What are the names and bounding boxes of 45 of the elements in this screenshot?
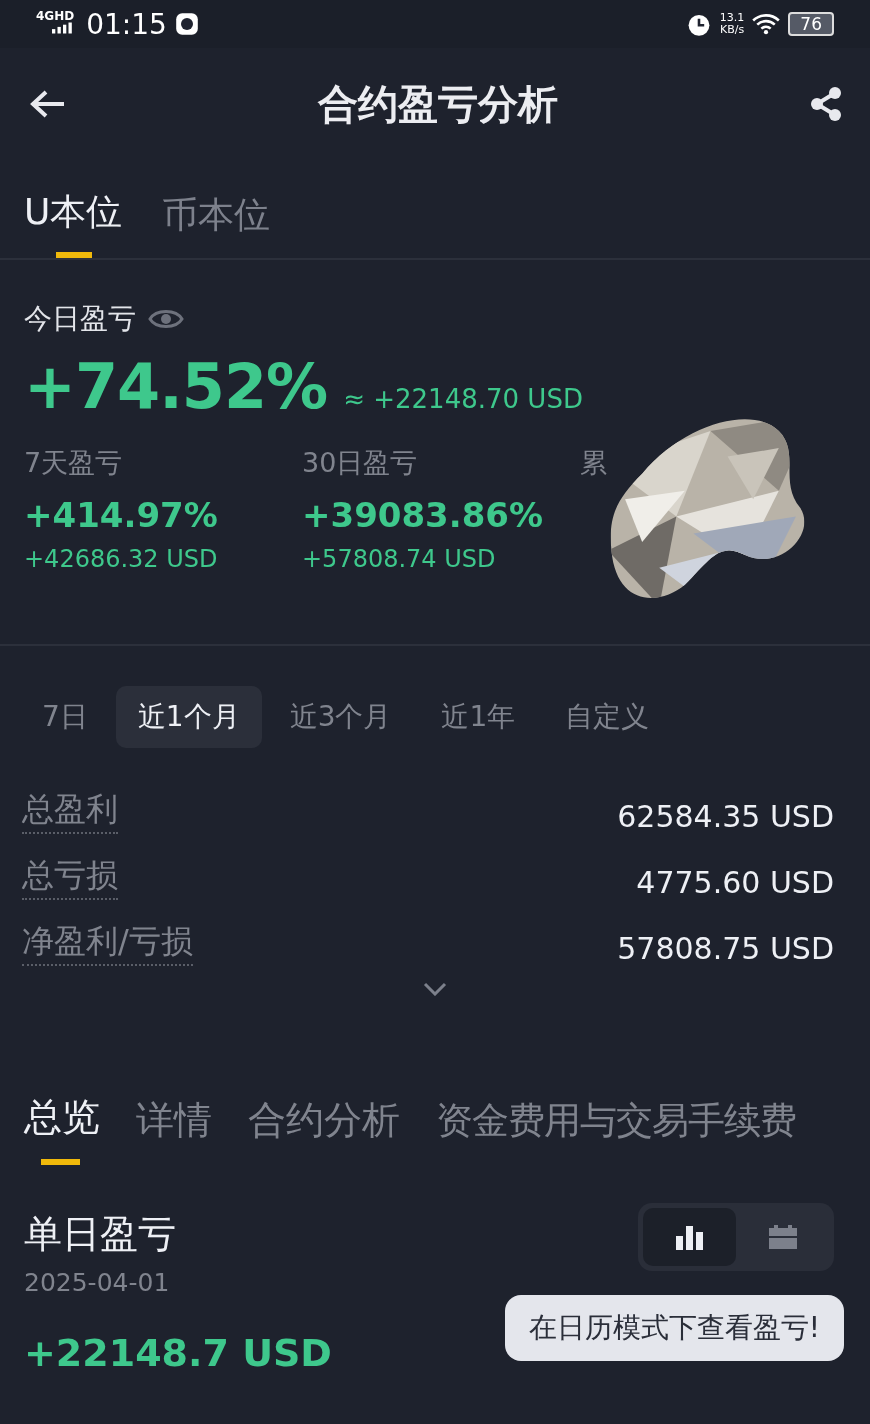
- summary-value: 62584.35 USD: [617, 799, 834, 834]
- stat-percent: +414.97%: [24, 495, 219, 535]
- tab[interactable]: 币本位: [162, 172, 271, 258]
- network-label: 4GHD: [36, 9, 75, 23]
- bar-chart-icon: [674, 1224, 705, 1250]
- section-tab[interactable]: 合约分析: [248, 1092, 400, 1165]
- section-tab[interactable]: 资金费用与交易手续费: [436, 1092, 796, 1165]
- chevron-down-icon[interactable]: [423, 982, 447, 996]
- stat-label: 7天盈亏: [24, 446, 124, 480]
- section-tab[interactable]: 总览: [24, 1092, 100, 1165]
- stat-percent: +39083.86%: [302, 495, 545, 535]
- period-tab[interactable]: 近1年: [419, 686, 538, 748]
- stat-label: 30日盈亏: [302, 446, 419, 480]
- stat-usd: +57808.74 USD: [302, 545, 497, 573]
- daily-pnl-title: 单日盈亏: [24, 1211, 177, 1258]
- period-tab[interactable]: 7日: [20, 686, 110, 748]
- period-tab[interactable]: 近3个月: [267, 686, 414, 748]
- stat-usd: +42686.32 USD: [24, 545, 219, 573]
- today-percent: +74.52%: [24, 350, 328, 423]
- tooltip: 在日历模式下查看盈亏!: [504, 1295, 844, 1361]
- today-pnl-label: 今日盈亏: [24, 301, 136, 337]
- share-icon[interactable]: [808, 86, 844, 122]
- chart-view-button[interactable]: [643, 1208, 736, 1266]
- summary-value: 57808.75 USD: [617, 931, 834, 966]
- page-title: 合约盈亏分析: [318, 79, 558, 129]
- summary-label[interactable]: 总盈利: [22, 788, 118, 834]
- summary-label[interactable]: 总亏损: [22, 854, 118, 900]
- today-usd: ≈ +22148.70 USD: [343, 384, 583, 414]
- app-icon: [174, 12, 199, 36]
- calendar-icon: [767, 1224, 798, 1250]
- eye-icon[interactable]: [148, 307, 184, 331]
- speed-value: 13.1: [719, 12, 745, 24]
- summary-label[interactable]: 净盈利/亏损: [22, 920, 193, 966]
- daily-date: 2025-04-01: [24, 1268, 171, 1297]
- stat-label: 累: [580, 446, 608, 480]
- period-tab[interactable]: 自定义: [543, 686, 672, 748]
- summary-value: 4775.60 USD: [636, 865, 834, 900]
- section-tab[interactable]: 详情: [136, 1092, 212, 1165]
- battery-level: 76: [788, 12, 834, 36]
- wifi-icon: [752, 13, 781, 35]
- period-tab[interactable]: 近1个月: [115, 686, 262, 748]
- speed-unit: KB/s: [720, 24, 745, 36]
- daily-pnl-value: +22148.7 USD: [24, 1331, 332, 1375]
- signal-icon: [52, 22, 75, 34]
- clock-time: 01:15: [86, 7, 167, 41]
